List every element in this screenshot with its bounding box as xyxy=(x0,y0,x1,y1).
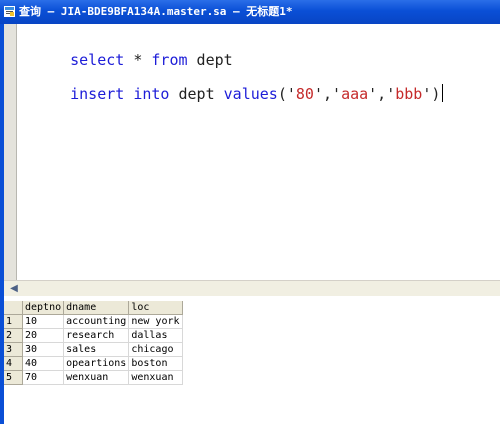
column-header-deptno[interactable]: deptno xyxy=(22,301,65,315)
grid-header-row: deptno dname loc xyxy=(4,301,183,315)
code-token: ',' xyxy=(368,85,396,103)
grid-cell[interactable]: chicago xyxy=(128,342,183,357)
table-row[interactable]: 1 10 accounting new york xyxy=(4,314,183,329)
results-grid: deptno dname loc 1 10 accounting new yor… xyxy=(4,301,183,385)
code-token: 80 xyxy=(295,85,314,103)
grid-cell[interactable]: boston xyxy=(128,356,183,371)
table-row[interactable]: 4 40 opeartions boston xyxy=(4,356,183,371)
code-token: into xyxy=(133,85,170,103)
results-pane: deptno dname loc 1 10 accounting new yor… xyxy=(4,296,500,424)
row-number[interactable]: 1 xyxy=(4,314,23,329)
grid-cell[interactable]: wenxuan xyxy=(128,370,183,385)
code-token: ',' xyxy=(313,85,342,103)
code-token: bbb xyxy=(395,85,423,103)
window-title: 查询 — JIA-BDE9BFA134A.master.sa — 无标题1* xyxy=(19,5,293,18)
row-number[interactable]: 2 xyxy=(4,328,23,343)
editor-gutter xyxy=(4,24,17,280)
row-number[interactable]: 3 xyxy=(4,342,23,357)
grid-cell[interactable]: dallas xyxy=(128,328,183,343)
table-row[interactable]: 5 70 wenxuan wenxuan xyxy=(4,370,183,385)
code-token: (' xyxy=(277,85,296,103)
text-caret xyxy=(442,84,444,102)
code-token: ') xyxy=(422,85,441,103)
code-line-2: insert into dept values('80','aaa','bbb'… xyxy=(34,64,444,124)
grid-cell[interactable]: 10 xyxy=(22,314,65,329)
table-row[interactable]: 3 30 sales chicago xyxy=(4,342,183,357)
editor-horizontal-scrollbar[interactable]: ◀ xyxy=(4,280,500,296)
row-number[interactable]: 5 xyxy=(4,370,23,385)
grid-cell[interactable]: research xyxy=(63,328,130,343)
grid-corner-cell[interactable] xyxy=(4,301,23,315)
code-token: dept xyxy=(169,85,224,103)
column-header-loc[interactable]: loc xyxy=(128,301,183,315)
grid-cell[interactable]: sales xyxy=(63,342,130,357)
grid-cell[interactable]: opeartions xyxy=(63,356,130,371)
code-token: aaa xyxy=(341,85,369,103)
row-number[interactable]: 4 xyxy=(4,356,23,371)
grid-cell[interactable]: 70 xyxy=(22,370,65,385)
chevron-left-icon[interactable]: ◀ xyxy=(8,281,20,296)
grid-cell[interactable]: 30 xyxy=(22,342,65,357)
table-row[interactable]: 2 20 research dallas xyxy=(4,328,183,343)
code-token: values xyxy=(223,85,278,103)
query-editor[interactable]: select * from dept insert into dept valu… xyxy=(17,24,500,280)
window-titlebar[interactable]: 查询 — JIA-BDE9BFA134A.master.sa — 无标题1* xyxy=(0,0,500,24)
code-token: insert xyxy=(70,85,125,103)
column-header-dname[interactable]: dname xyxy=(63,301,130,315)
query-window-icon xyxy=(4,6,15,17)
grid-cell[interactable]: accounting xyxy=(63,314,130,329)
grid-cell[interactable]: new york xyxy=(128,314,183,329)
grid-cell[interactable]: 40 xyxy=(22,356,65,371)
grid-cell[interactable]: 20 xyxy=(22,328,65,343)
grid-cell[interactable]: wenxuan xyxy=(63,370,130,385)
